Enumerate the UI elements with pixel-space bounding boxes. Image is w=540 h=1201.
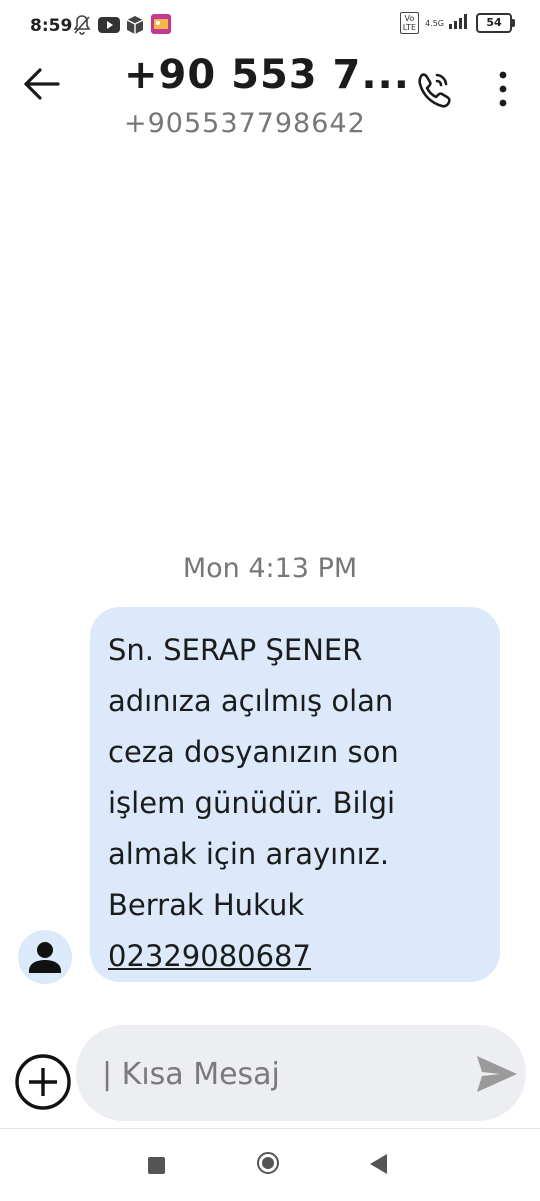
home-button[interactable] [257,1152,279,1174]
more-options-button[interactable] [488,66,518,112]
mute-notifications-icon [72,14,92,40]
phone-number-link[interactable]: 02329080687 [108,939,311,973]
status-bar: 8:59 Vo LTE 4.5G 54 [0,0,540,52]
conversation-header: +90 553 7... +905537798642 [0,52,540,152]
recents-button[interactable] [148,1157,165,1174]
call-icon [418,73,451,108]
status-time: 8:59 [30,16,73,36]
add-circle-icon [15,1054,71,1110]
more-vert-icon [499,71,507,107]
message-text: Sn. SERAP ŞENER adınıza açılmış olan cez… [108,633,399,922]
back-button[interactable] [20,62,64,106]
send-button[interactable] [474,1053,520,1095]
call-button[interactable] [410,66,456,112]
avatar[interactable] [18,930,72,984]
battery-icon: 54 [476,13,515,33]
add-attachment-button[interactable] [14,1053,72,1111]
volte-indicator: Vo LTE [399,12,420,34]
message-timestamp: Mon 4:13 PM [182,553,358,584]
contact-title: +90 553 7... [124,52,410,98]
youtube-icon [98,17,120,37]
person-icon [29,942,61,973]
message-input[interactable] [100,1051,454,1097]
send-icon [477,1056,517,1092]
nav-back-button[interactable] [370,1154,387,1174]
network-type: 4.5G [425,18,444,28]
signal-icon [448,13,470,33]
back-arrow-icon [24,68,60,100]
box-icon [126,15,144,39]
system-nav-bar [0,1128,540,1201]
message-bubble[interactable]: Sn. SERAP ŞENER adınıza açılmış olan cez… [90,607,500,982]
contact-number: +905537798642 [124,108,366,139]
photo-app-icon [151,14,171,38]
compose-box [76,1025,526,1121]
